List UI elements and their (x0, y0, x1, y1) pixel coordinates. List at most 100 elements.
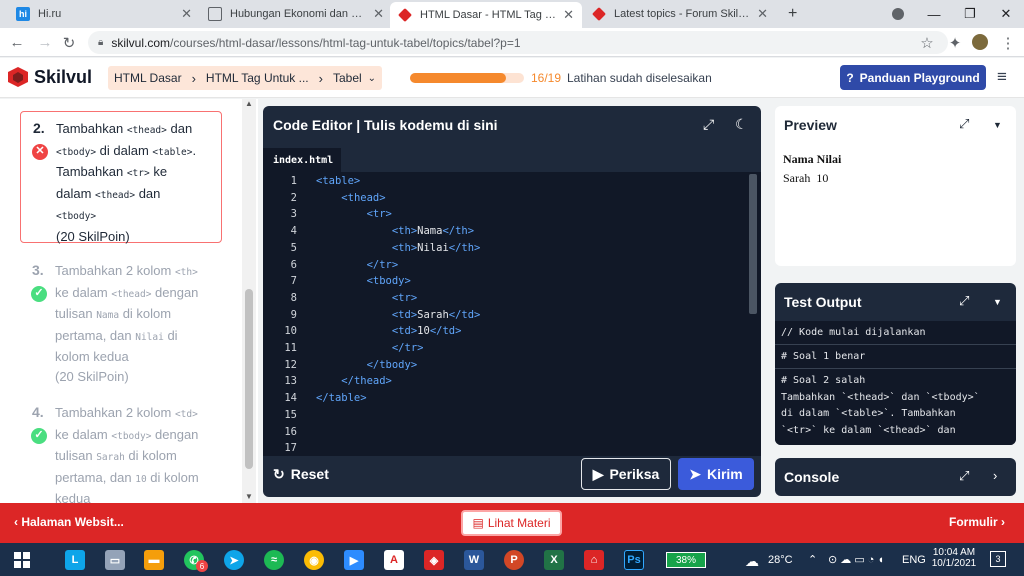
forward-icon[interactable]: → (36, 34, 54, 51)
minimize-icon[interactable]: — (916, 0, 952, 28)
console-panel[interactable]: Console ⤢ › (775, 458, 1016, 496)
progress-label: Latihan sudah diselesaikan (567, 71, 712, 85)
chevron-down-icon[interactable]: ⌄ (368, 73, 376, 84)
code-snippet: <th> (174, 267, 198, 278)
code-line: <td>10</td> (391, 325, 462, 338)
task-list-scrollbar[interactable]: ▲ ▼ (242, 99, 256, 503)
language-indicator[interactable]: ENG (902, 554, 926, 566)
test-output-line: # Soal 1 benar (775, 345, 1016, 369)
photoshop-icon[interactable]: Ps (624, 550, 644, 570)
pdf-icon[interactable]: ⌂ (584, 550, 604, 570)
expand-icon[interactable]: ⤢ (959, 293, 969, 309)
profile-menu-icon[interactable] (880, 0, 916, 28)
next-lesson-link[interactable]: Formulir › (949, 515, 1005, 529)
browser-tab-hubungan[interactable]: Hubungan Ekonomi dan SDA ✕ (200, 0, 392, 28)
tray-chevron-up-icon[interactable]: ⌃ (808, 553, 817, 566)
reset-button[interactable]: ↻ Reset (273, 458, 353, 490)
task-text: kedua (55, 491, 91, 503)
test-output-panel: Test Output ⤢ ▼ // Kode mulai dijalankan… (775, 283, 1016, 445)
notification-icon[interactable]: 3 (990, 551, 1006, 567)
view-material-button[interactable]: ▤ Lihat Materi (461, 510, 562, 536)
expand-icon[interactable]: ⤢ (959, 116, 969, 132)
avatar[interactable] (972, 34, 988, 50)
skilvul-logo-icon[interactable] (7, 66, 29, 88)
battery-indicator[interactable]: 38% (666, 552, 706, 568)
red-app-icon[interactable]: ◈ (424, 550, 444, 570)
breadcrumb-item[interactable]: Tabel (333, 71, 362, 85)
computer-icon[interactable]: ▭ (105, 550, 125, 570)
line-number: 12 (284, 358, 297, 371)
scroll-down-icon[interactable]: ▼ (245, 492, 253, 501)
dark-mode-moon-icon[interactable]: ☾ (735, 116, 748, 133)
task-item-2[interactable]: 2. ✕ Tambahkan <thead> dan <tbody> di da… (20, 111, 222, 244)
close-tab-icon[interactable]: ✕ (563, 7, 574, 23)
close-tab-icon[interactable]: ✕ (373, 6, 384, 22)
code-input[interactable]: 1 <table> 2 <thead> 3 <tr> 4 <th>Nama</th> 5 … (263, 172, 761, 456)
line-number: 3 (290, 208, 297, 221)
test-output-error-block: # Soal 2 salah Tambahkan `<thead>` dan `… (775, 369, 1016, 445)
back-icon[interactable]: ← (8, 34, 26, 51)
windows-start-icon[interactable] (12, 550, 32, 570)
powerpoint-icon[interactable]: P (504, 550, 524, 570)
prev-lesson-link[interactable]: ‹ Halaman Websit... (14, 515, 124, 529)
browser-menu-icon[interactable]: ⋮ (999, 34, 1017, 52)
extensions-icon[interactable]: ✦ (946, 34, 964, 52)
file-explorer-icon[interactable]: ▬ (144, 550, 164, 570)
task-text: kolom kedua (55, 349, 129, 364)
test-output-line: `<tr>` ke dalam `<thead>` dan (781, 424, 956, 436)
code-line: <tbody> (366, 275, 411, 288)
bookmark-star-icon[interactable]: ☆ (918, 34, 936, 52)
telegram-icon[interactable]: ➤ (224, 550, 244, 570)
console-title: Console (784, 469, 840, 485)
address-bar[interactable]: 🔒︎ skilvul.com/courses/html-dasar/lesson… (88, 31, 948, 54)
expand-icon[interactable]: ⤢ (703, 116, 714, 133)
hamburger-menu-icon[interactable]: ≡ (997, 67, 1007, 87)
task-item-4[interactable]: 4. ✓ Tambahkan 2 kolom <td> ke dalam <tb… (20, 396, 222, 503)
code-line: </tbody> (366, 358, 418, 371)
tray-app-icons[interactable]: ⊙ ☁ ▭ ◔ ◖ (828, 553, 884, 566)
close-tab-icon[interactable]: ✕ (181, 6, 192, 22)
breadcrumb-item[interactable]: HTML Dasar (114, 71, 182, 85)
zoom-icon[interactable]: ▶ (344, 550, 364, 570)
new-tab-button[interactable]: + (780, 0, 804, 28)
reload-icon[interactable]: ↻ (60, 34, 78, 52)
tab-title: Hubungan Ekonomi dan SDA (230, 8, 368, 20)
app-l-icon[interactable]: L (65, 550, 85, 570)
tab-title: Hi.ru (38, 8, 62, 20)
acrobat-icon[interactable]: A (384, 550, 404, 570)
chevron-down-icon[interactable]: ▼ (993, 297, 1002, 307)
expand-icon[interactable]: ⤢ (959, 468, 969, 484)
close-window-icon[interactable]: ✕ (988, 0, 1024, 28)
word-icon[interactable]: W (464, 550, 484, 570)
chevron-right-icon[interactable]: › (993, 468, 997, 483)
submit-button[interactable]: ➤ Kirim (678, 458, 754, 490)
editor-scrollbar[interactable] (749, 174, 757, 314)
check-button[interactable]: ▶ Periksa (581, 458, 671, 490)
scroll-up-icon[interactable]: ▲ (245, 99, 253, 108)
code-line: </tr> (391, 342, 424, 354)
clock[interactable]: 10:04 AM 10/1/2021 (930, 547, 978, 569)
close-tab-icon[interactable]: ✕ (757, 6, 768, 22)
test-output-line: // Kode mulai dijalankan (775, 321, 1016, 345)
browser-tab-hiru[interactable]: hi Hi.ru ✕ (8, 0, 200, 28)
weather-temp[interactable]: 28°C (768, 554, 793, 566)
task-description: Tambahkan 2 kolom <td> ke dalam <tbody> … (55, 403, 217, 503)
breadcrumb-item[interactable]: HTML Tag Untuk ... (206, 71, 309, 85)
preview-title: Preview (784, 117, 837, 133)
excel-icon[interactable]: X (544, 550, 564, 570)
guide-playground-button[interactable]: ? Panduan Playground (840, 65, 986, 90)
line-number: 6 (290, 258, 297, 271)
test-output-line: di dalam `<table>`. Tambahkan (781, 408, 956, 419)
browser-tab-forum[interactable]: Latest topics - Forum Skilvul ✕ (584, 0, 776, 28)
restore-icon[interactable]: ❐ (952, 0, 988, 28)
file-tab-index-html[interactable]: index.html (263, 148, 341, 172)
chevron-down-icon[interactable]: ▼ (993, 120, 1002, 130)
chrome-icon[interactable]: ◉ (304, 550, 324, 570)
task-text: dan (135, 185, 161, 201)
browser-tab-html-dasar[interactable]: HTML Dasar - HTML Tag Untuk Ta ✕ (390, 2, 582, 28)
task-item-3[interactable]: 3. ✓ Tambahkan 2 kolom <th> ke dalam <th… (20, 254, 222, 384)
spotify-icon[interactable]: ≈ (264, 550, 284, 570)
line-number: 10 (284, 325, 297, 338)
task-text: Tambahkan 2 kolom (55, 263, 175, 278)
scrollbar-thumb[interactable] (245, 289, 253, 469)
